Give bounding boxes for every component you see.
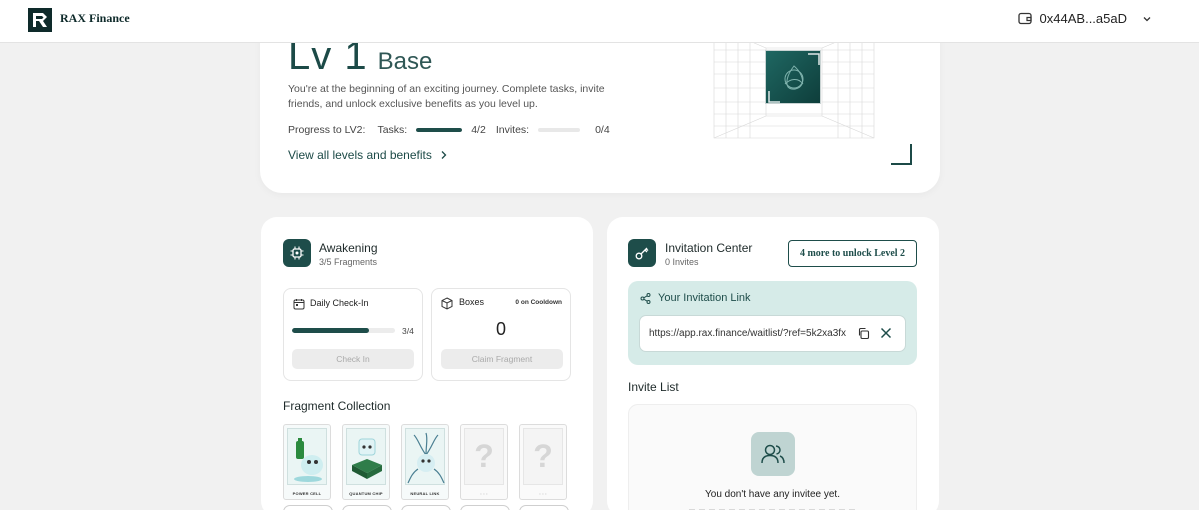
level-name: Base (377, 48, 433, 75)
fragment-locked-mark: ? (464, 428, 504, 485)
corner-bracket (891, 144, 912, 165)
invites-label: Invites: (495, 124, 530, 136)
x-twitter-icon[interactable] (880, 327, 892, 339)
fragment-locked-mark: ? (523, 428, 563, 485)
invitation-card: Invitation Center 0 Invites 4 more to un… (607, 217, 939, 510)
fragment-card-locked[interactable]: ? • • • (519, 424, 567, 500)
fragment-art-quantum-chip (346, 428, 386, 485)
fragment-label-locked: • • • (539, 491, 547, 496)
daily-progress-fill (292, 328, 370, 333)
boxes-count: 0 (495, 319, 506, 339)
fragment-tab[interactable] (283, 505, 333, 510)
top-header: RAX Finance 0x44AB...a5aD (0, 0, 1199, 43)
fragment-card-power-cell[interactable]: POWER CELL (283, 424, 331, 500)
chevron-down-icon[interactable] (1141, 13, 1153, 25)
fragment-label: NEURAL LINK (410, 491, 440, 496)
invites-progress-bar (538, 128, 581, 132)
awakening-card: Awakening 3/5 Fragments Daily Check-In 3… (261, 217, 593, 510)
wallet-address: 0x44AB...a5aD (1039, 11, 1127, 26)
level-progress: Progress to LV2: Tasks: 4/2 Invites: 0/4 (288, 124, 610, 136)
unlock-level-button[interactable]: 4 more to unlock Level 2 (788, 240, 917, 267)
boxes-cooldown: 0 on Cooldown (515, 299, 562, 306)
progress-label: Progress to LV2: (288, 124, 366, 136)
invitation-link-panel: Your Invitation Link https://app.rax.fin… (628, 281, 917, 365)
fragment-label: QUANTUM CHIP (349, 491, 383, 496)
daily-checkin-title: Daily Check-In (310, 298, 369, 308)
wallet-icon (1017, 12, 1032, 25)
invitation-link-url[interactable]: https://app.rax.finance/waitlist/?ref=5k… (649, 328, 846, 339)
level-emblem (765, 50, 821, 104)
tasks-progress-bar (416, 128, 463, 132)
wallet-menu[interactable]: 0x44AB...a5aD (1017, 11, 1153, 26)
awakening-subtitle: 3/5 Fragments (319, 257, 378, 267)
fragment-card-quantum-chip[interactable]: QUANTUM CHIP (342, 424, 390, 500)
users-icon (751, 432, 795, 476)
tasks-label: Tasks: (377, 124, 408, 136)
invitation-subtitle: 0 Invites (665, 257, 699, 267)
chevron-right-icon (441, 151, 447, 159)
tasks-value: 4/2 (471, 124, 486, 136)
invitation-title: Invitation Center (665, 241, 753, 255)
fragment-card-neural-link[interactable]: NEURAL LINK (401, 424, 449, 500)
daily-checkin-box: Daily Check-In 3/4 Check In (283, 288, 423, 381)
fragment-collection-title: Fragment Collection (283, 399, 391, 413)
copy-icon[interactable] (857, 327, 870, 340)
invitation-link-title: Your Invitation Link (658, 292, 751, 304)
view-levels-link[interactable]: View all levels and benefits (288, 148, 448, 162)
fragment-card-locked[interactable]: ? • • • (460, 424, 508, 500)
check-in-button[interactable]: Check In (292, 349, 414, 369)
calendar-icon (293, 299, 305, 310)
key-icon (628, 239, 656, 267)
box-icon (441, 297, 453, 310)
triquetra-icon (768, 53, 820, 103)
brand-name: RAX Finance (60, 11, 130, 25)
level-description: You're at the beginning of an exciting j… (288, 83, 605, 110)
fragment-art-neural-link (405, 428, 445, 485)
fragment-tab[interactable] (401, 505, 451, 510)
fragment-tab[interactable] (460, 505, 510, 510)
invitation-link-field[interactable]: https://app.rax.finance/waitlist/?ref=5k… (639, 315, 906, 352)
chip-icon (283, 239, 311, 267)
invite-list-title: Invite List (628, 380, 679, 394)
fragment-label-locked: • • • (480, 491, 488, 496)
invitation-link-header: Your Invitation Link (640, 292, 751, 304)
view-levels-label: View all levels and benefits (288, 148, 432, 162)
tasks-progress-fill (416, 128, 463, 132)
invites-value: 0/4 (595, 124, 610, 136)
boxes-title: Boxes (459, 297, 485, 307)
rax-logo[interactable] (28, 8, 52, 32)
fragment-tab[interactable] (519, 505, 569, 510)
boxes-box: Boxes 0 on Cooldown 0 Claim Fragment (431, 288, 571, 381)
awakening-title: Awakening (319, 241, 378, 255)
daily-progress-value: 3/4 (402, 326, 414, 336)
empty-invitee-text: You don't have any invitee yet. (705, 489, 840, 500)
fragment-art-power-cell (287, 428, 327, 485)
daily-progress-bar (292, 328, 395, 333)
claim-fragment-button[interactable]: Claim Fragment (441, 349, 563, 369)
share-icon (640, 292, 651, 304)
invite-list-empty-state: You don't have any invitee yet. (628, 404, 917, 510)
fragment-label: POWER CELL (292, 491, 322, 496)
fragment-tab[interactable] (342, 505, 392, 510)
